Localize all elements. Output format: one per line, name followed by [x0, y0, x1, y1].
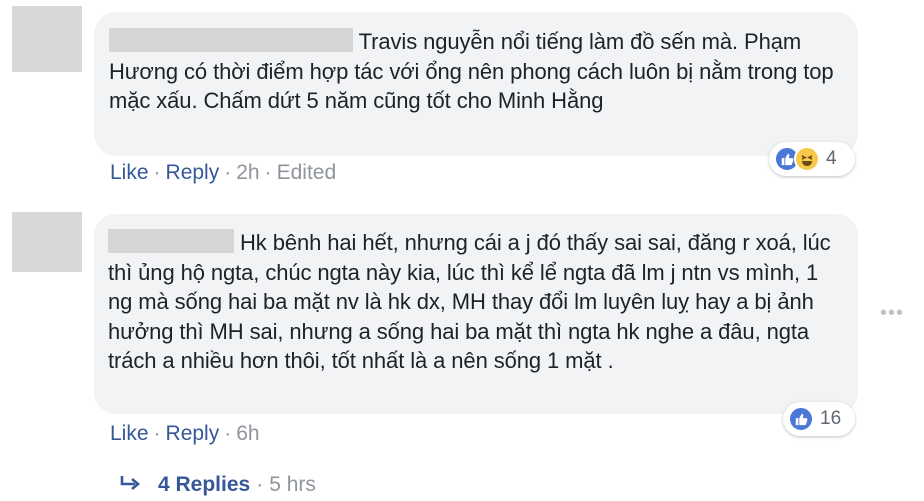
view-replies-link[interactable]: 4 Replies: [158, 473, 250, 496]
view-replies: 4 Replies · 5 hrs: [120, 473, 316, 497]
comment-actions: Like · Reply · 6h: [110, 422, 260, 445]
replies-timestamp: 5 hrs: [269, 473, 316, 496]
comment-body: Hk bênh hai hết, nhưng cái a j đó thấy s…: [108, 228, 846, 376]
comment-actions: Like · Reply · 2h · Edited: [110, 161, 337, 184]
reaction-summary[interactable]: 4: [769, 142, 855, 176]
reaction-count: 16: [820, 408, 842, 429]
commenter-name-redacted[interactable]: [108, 229, 234, 253]
edited-label[interactable]: Edited: [277, 161, 337, 184]
comment-body: Travis nguyễn nổi tiếng làm đồ sến mà. P…: [109, 27, 844, 116]
reaction-summary[interactable]: 16: [783, 402, 855, 436]
comment-timestamp[interactable]: 2h: [236, 161, 259, 184]
reaction-count: 4: [826, 148, 837, 169]
commenter-name-redacted[interactable]: [109, 28, 353, 52]
commenter-avatar[interactable]: [12, 6, 82, 72]
like-button[interactable]: Like: [110, 422, 149, 445]
more-options-icon[interactable]: •••: [880, 302, 904, 325]
reply-arrow-icon: [120, 473, 142, 497]
commenter-avatar[interactable]: [12, 212, 82, 272]
like-button[interactable]: Like: [110, 161, 149, 184]
like-icon: [788, 406, 814, 432]
comment-timestamp[interactable]: 6h: [236, 422, 259, 445]
haha-icon: [794, 146, 820, 172]
reply-button[interactable]: Reply: [166, 161, 220, 184]
reply-button[interactable]: Reply: [166, 422, 220, 445]
